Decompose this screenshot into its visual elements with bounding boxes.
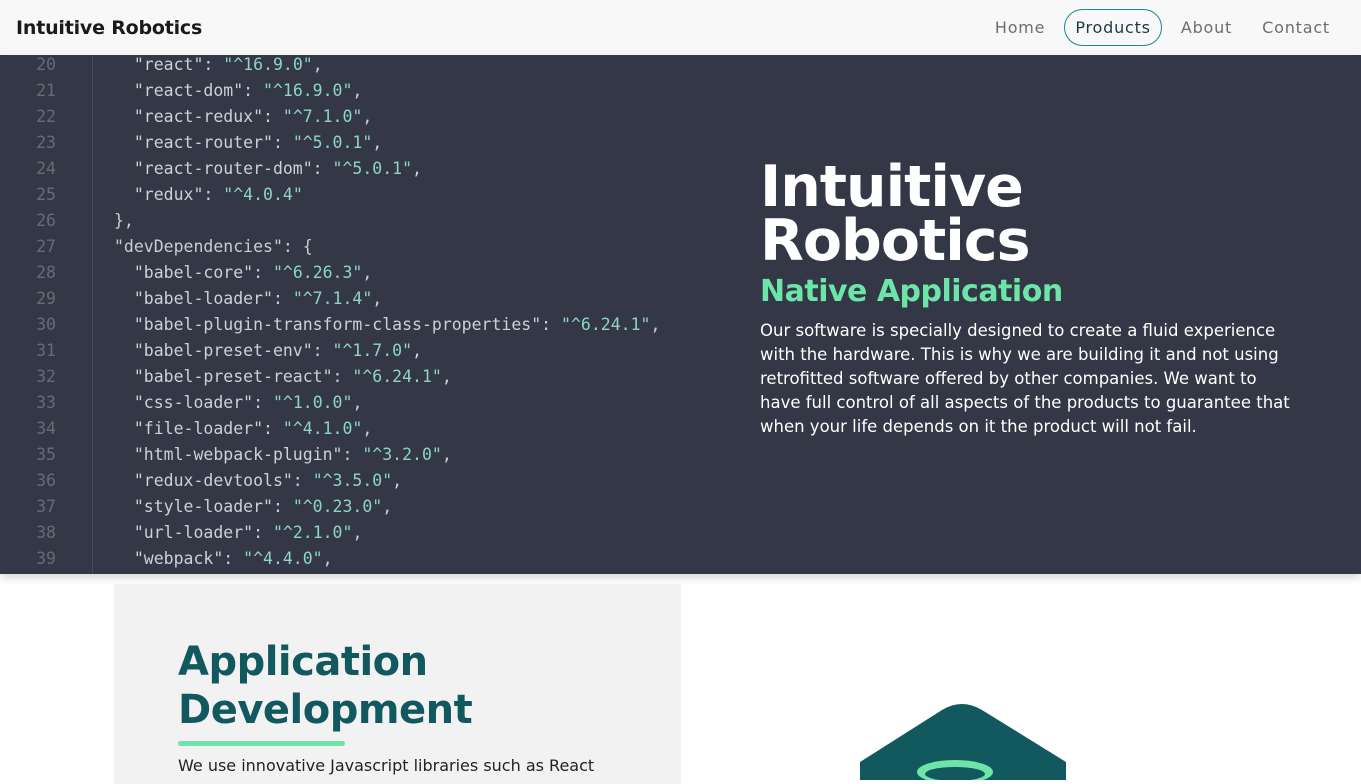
code-line-number: 33 [36,393,56,412]
code-line-text: "url-loader": "^2.1.0", [114,523,363,542]
code-line-text: "react": "^16.9.0", [114,55,323,74]
code-line-number: 28 [36,263,56,282]
code-line-number: 37 [36,497,56,516]
code-line-number: 23 [36,133,56,152]
hero-text: Intuitive Robotics Native Application Our… [760,159,1300,439]
code-line-number: 31 [36,341,56,360]
section-title-line2: Development [178,687,473,733]
code-line-text: "react-router": "^5.0.1", [114,133,383,152]
code-line-text: "react-redux": "^7.1.0", [114,107,373,126]
code-line-number: 35 [36,445,56,464]
main-nav: Home Products About Contact [984,9,1341,46]
code-line-number: 20 [36,55,56,74]
react-logo-icon [860,704,1066,780]
code-line-number: 39 [36,549,56,568]
nav-link-about[interactable]: About [1170,9,1243,46]
hero-title: Intuitive Robotics [760,159,1300,270]
code-line-text: "babel-plugin-transform-class-properties… [114,315,661,334]
code-line-text: "webpack": "^4.4.0", [114,549,333,568]
code-line-number: 24 [36,159,56,178]
code-line-text: }, [114,211,134,230]
hero-section: 20 "react": "^16.9.0", 21 "react-dom": "^… [0,55,1361,574]
code-line-text: "react-dom": "^16.9.0", [114,81,363,100]
code-line-text: "babel-loader": "^7.1.4", [114,289,383,308]
code-line-text: "html-webpack-plugin": "^3.2.0", [114,445,452,464]
section-title: Application Development [178,638,473,734]
section-text: We use innovative Javascript libraries s… [178,756,595,775]
code-line-text: "css-loader": "^1.0.0", [114,393,363,412]
nav-link-products[interactable]: Products [1064,9,1162,46]
code-line-number: 25 [36,185,56,204]
code-line-number: 32 [36,367,56,386]
code-line-number: 38 [36,523,56,542]
code-line-text: "react-router-dom": "^5.0.1", [114,159,422,178]
code-line-text: "redux": "^4.0.4" [114,185,303,204]
code-line-text: "file-loader": "^4.1.0", [114,419,373,438]
code-gutter-divider [92,55,93,574]
code-line-text: "devDependencies": { [114,237,313,256]
hero-subtitle: Native Application [760,274,1063,309]
code-line-text: "babel-preset-react": "^6.24.1", [114,367,452,386]
code-line-text: "style-loader": "^0.23.0", [114,497,393,516]
code-line-text: "redux-devtools": "^3.5.0", [114,471,403,490]
code-line-number: 26 [36,211,56,230]
code-line-number: 22 [36,107,56,126]
hero-description: Our software is specially designed to cr… [760,321,1290,436]
title-underline [178,741,345,746]
nav-link-home[interactable]: Home [984,9,1056,46]
code-background: 20 "react": "^16.9.0", 21 "react-dom": "^… [0,55,740,574]
nav-link-contact[interactable]: Contact [1251,9,1341,46]
app-dev-card: Application Development We use innovative… [114,584,681,784]
code-line-number: 36 [36,471,56,490]
code-line-number: 29 [36,289,56,308]
code-line-text: "babel-core": "^6.26.3", [114,263,373,282]
brand-logo[interactable]: Intuitive Robotics [16,17,202,39]
hero-title-line2: Robotics [760,208,1031,274]
code-line-number: 27 [36,237,56,256]
code-line-number: 30 [36,315,56,334]
code-line-number: 34 [36,419,56,438]
section-title-line1: Application [178,639,428,685]
navbar: Intuitive Robotics Home Products About C… [0,0,1361,55]
code-line-text: "babel-preset-env": "^1.7.0", [114,341,422,360]
code-line-number: 21 [36,81,56,100]
